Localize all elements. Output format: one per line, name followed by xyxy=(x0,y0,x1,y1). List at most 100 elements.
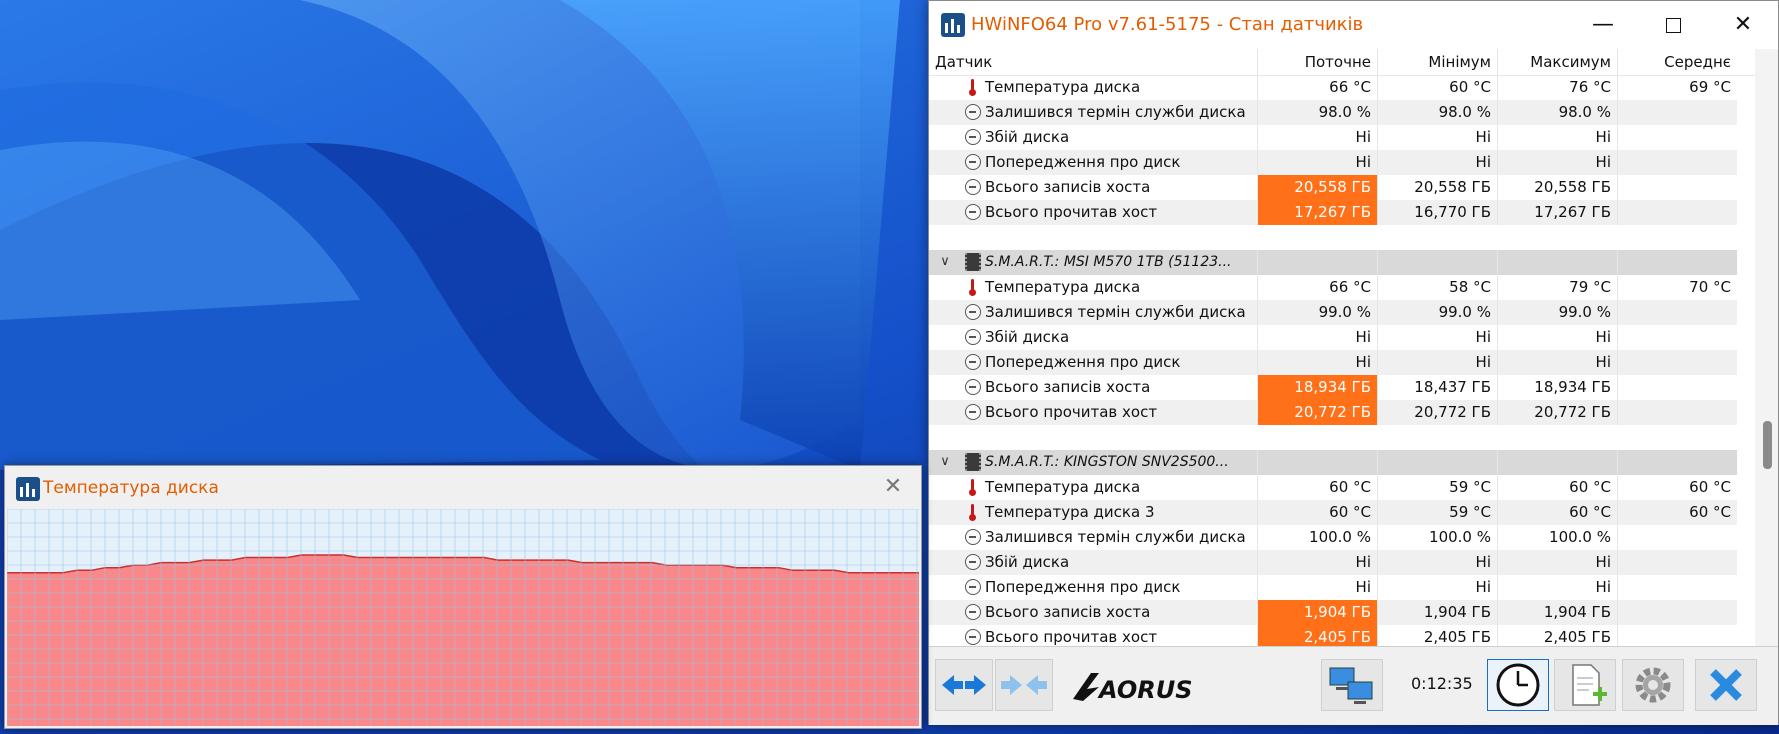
minimum-value: 100.0 % xyxy=(1377,525,1497,550)
average-value xyxy=(1617,625,1737,646)
scrollbar-thumb[interactable] xyxy=(1763,421,1772,469)
maximum-value: Ні xyxy=(1497,325,1617,350)
current-value: Ні xyxy=(1257,125,1377,150)
maximum-value: Ні xyxy=(1497,125,1617,150)
report-button[interactable] xyxy=(1554,659,1616,711)
table-row[interactable]: Температура диска 60 °C 59 °C 60 °C 60 °C xyxy=(929,475,1737,500)
sensor-name: Збій диска xyxy=(985,128,1070,146)
network-button[interactable] xyxy=(1321,659,1383,711)
exit-button[interactable] xyxy=(1695,659,1757,711)
table-row-spacer xyxy=(929,425,1737,450)
average-value xyxy=(1617,375,1737,400)
maximum-value: Ні xyxy=(1497,350,1617,375)
average-value xyxy=(1617,400,1737,425)
table-row[interactable]: Збій диска Ні Ні Ні xyxy=(929,125,1737,150)
table-row[interactable]: Всього записів хоста 1,904 ГБ 1,904 ГБ 1,90… xyxy=(929,600,1737,625)
sensor-name: Попередження про диск xyxy=(985,353,1181,371)
table-row-spacer xyxy=(929,225,1737,250)
column-header-maximum[interactable]: Максимум xyxy=(1497,49,1617,75)
average-value: 70 °C xyxy=(1617,275,1737,300)
average-value xyxy=(1617,575,1737,600)
column-header-minimum[interactable]: Мінімум xyxy=(1377,49,1497,75)
maximum-value: 99.0 % xyxy=(1497,300,1617,325)
table-row[interactable]: Температура диска 66 °C 58 °C 79 °C 70 °C xyxy=(929,275,1737,300)
table-row[interactable]: Попередження про диск Ні Ні Ні xyxy=(929,150,1737,175)
column-header-average[interactable]: Середнє xyxy=(1617,49,1737,75)
hwinfo-app-icon xyxy=(16,477,40,501)
column-header-sensor[interactable]: Датчик xyxy=(929,49,1257,75)
group-cell xyxy=(1497,450,1617,475)
table-row[interactable]: Температура диска 66 °C 60 °C 76 °C 69 °C xyxy=(929,75,1737,100)
table-row[interactable]: Всього прочитав хост 17,267 ГБ 16,770 ГБ 17… xyxy=(929,200,1737,225)
table-row[interactable]: Попередження про диск Ні Ні Ні xyxy=(929,350,1737,375)
minimum-value: Ні xyxy=(1377,150,1497,175)
table-row[interactable]: Залишився термін служби диска 98.0 % 98.0 … xyxy=(929,100,1737,125)
nav-arrows-icon xyxy=(942,675,986,695)
sensor-graph-window: Температура диска ✕ xyxy=(4,465,922,729)
average-value xyxy=(1617,150,1737,175)
average-value xyxy=(1617,300,1737,325)
average-value xyxy=(1617,550,1737,575)
navigate-button[interactable] xyxy=(935,659,993,711)
maximize-button[interactable] xyxy=(1638,1,1708,49)
bottom-toolbar: AORUS 0:12:35 xyxy=(929,646,1778,725)
minimum-value: 16,770 ГБ xyxy=(1377,200,1497,225)
sensor-name: Всього прочитав хост xyxy=(985,203,1158,221)
column-header-current[interactable]: Поточне xyxy=(1257,49,1377,75)
minimum-value: 98.0 % xyxy=(1377,100,1497,125)
table-row[interactable]: Всього прочитав хост 2,405 ГБ 2,405 ГБ 2,40… xyxy=(929,625,1737,646)
sensor-name: Попередження про диск xyxy=(985,153,1181,171)
graph-title: Температура диска xyxy=(43,478,219,498)
table-row[interactable]: Температура диска 3 60 °C 59 °C 60 °C 60 °C xyxy=(929,500,1737,525)
maximum-value: Ні xyxy=(1497,575,1617,600)
table-row[interactable]: Всього прочитав хост 20,772 ГБ 20,772 ГБ 20… xyxy=(929,400,1737,425)
table-row[interactable]: Всього записів хоста 18,934 ГБ 18,437 ГБ 18… xyxy=(929,375,1737,400)
settings-button[interactable] xyxy=(1622,659,1684,711)
sensor-name: Температура диска 3 xyxy=(985,503,1155,521)
table-row[interactable]: Залишився термін служби диска 99.0 % 99.0 … xyxy=(929,300,1737,325)
current-value: 20,558 ГБ xyxy=(1257,175,1377,200)
sensor-status-window: HWiNFO64 Pro v7.61-5175 - Стан датчиків … xyxy=(928,0,1779,725)
sensor-group-header[interactable]: ∨ S.M.A.R.T.: KINGSTON SNV2S500... xyxy=(929,450,1737,475)
maximize-icon xyxy=(1665,17,1681,33)
sensor-name: Всього записів хоста xyxy=(985,378,1151,396)
current-value: 1,904 ГБ xyxy=(1257,600,1377,625)
sensor-group-header[interactable]: ∨ S.M.A.R.T.: MSI M570 1TB (51123... xyxy=(929,250,1737,275)
table-row[interactable]: Залишився термін служби диска 100.0 % 100.… xyxy=(929,525,1737,550)
current-value: Ні xyxy=(1257,350,1377,375)
table-row[interactable]: Збій диска Ні Ні Ні xyxy=(929,325,1737,350)
title-bar[interactable]: HWiNFO64 Pro v7.61-5175 - Стан датчиків … xyxy=(929,1,1778,49)
minimize-button[interactable]: — xyxy=(1568,1,1638,49)
table-row[interactable]: Попередження про диск Ні Ні Ні xyxy=(929,575,1737,600)
table-row[interactable]: Всього записів хоста 20,558 ГБ 20,558 ГБ 20… xyxy=(929,175,1737,200)
maximum-value: Ні xyxy=(1497,150,1617,175)
table-row[interactable]: Збій диска Ні Ні Ні xyxy=(929,550,1737,575)
collapse-button[interactable] xyxy=(995,659,1053,711)
current-value: 100.0 % xyxy=(1257,525,1377,550)
minimum-value: Ні xyxy=(1377,325,1497,350)
window-title: HWiNFO64 Pro v7.61-5175 - Стан датчиків xyxy=(971,14,1364,35)
group-cell xyxy=(1497,250,1617,275)
average-value xyxy=(1617,525,1737,550)
close-icon: ✕ xyxy=(883,474,903,499)
vertical-scrollbar[interactable] xyxy=(1755,49,1778,646)
current-value: 20,772 ГБ xyxy=(1257,400,1377,425)
sensor-name: Збій диска xyxy=(985,553,1070,571)
graph-close-button[interactable]: ✕ xyxy=(878,472,908,502)
current-value: 66 °C xyxy=(1257,275,1377,300)
current-value: 99.0 % xyxy=(1257,300,1377,325)
timer-button[interactable] xyxy=(1487,659,1549,711)
minimum-value: 59 °C xyxy=(1377,500,1497,525)
current-value: Ні xyxy=(1257,150,1377,175)
group-label: S.M.A.R.T.: MSI M570 1TB (51123... xyxy=(985,254,1232,270)
close-icon: ✕ xyxy=(1733,12,1753,37)
current-value: Ні xyxy=(1257,550,1377,575)
minimum-value: Ні xyxy=(1377,125,1497,150)
sensor-name: Залишився термін служби диска xyxy=(985,303,1246,321)
hwinfo-app-icon xyxy=(941,13,965,37)
close-button[interactable]: ✕ xyxy=(1708,1,1778,49)
maximum-value: 60 °C xyxy=(1497,475,1617,500)
sensor-name: Температура диска xyxy=(985,478,1141,496)
current-value: Ні xyxy=(1257,325,1377,350)
brand-text: AORUS xyxy=(1097,676,1193,704)
